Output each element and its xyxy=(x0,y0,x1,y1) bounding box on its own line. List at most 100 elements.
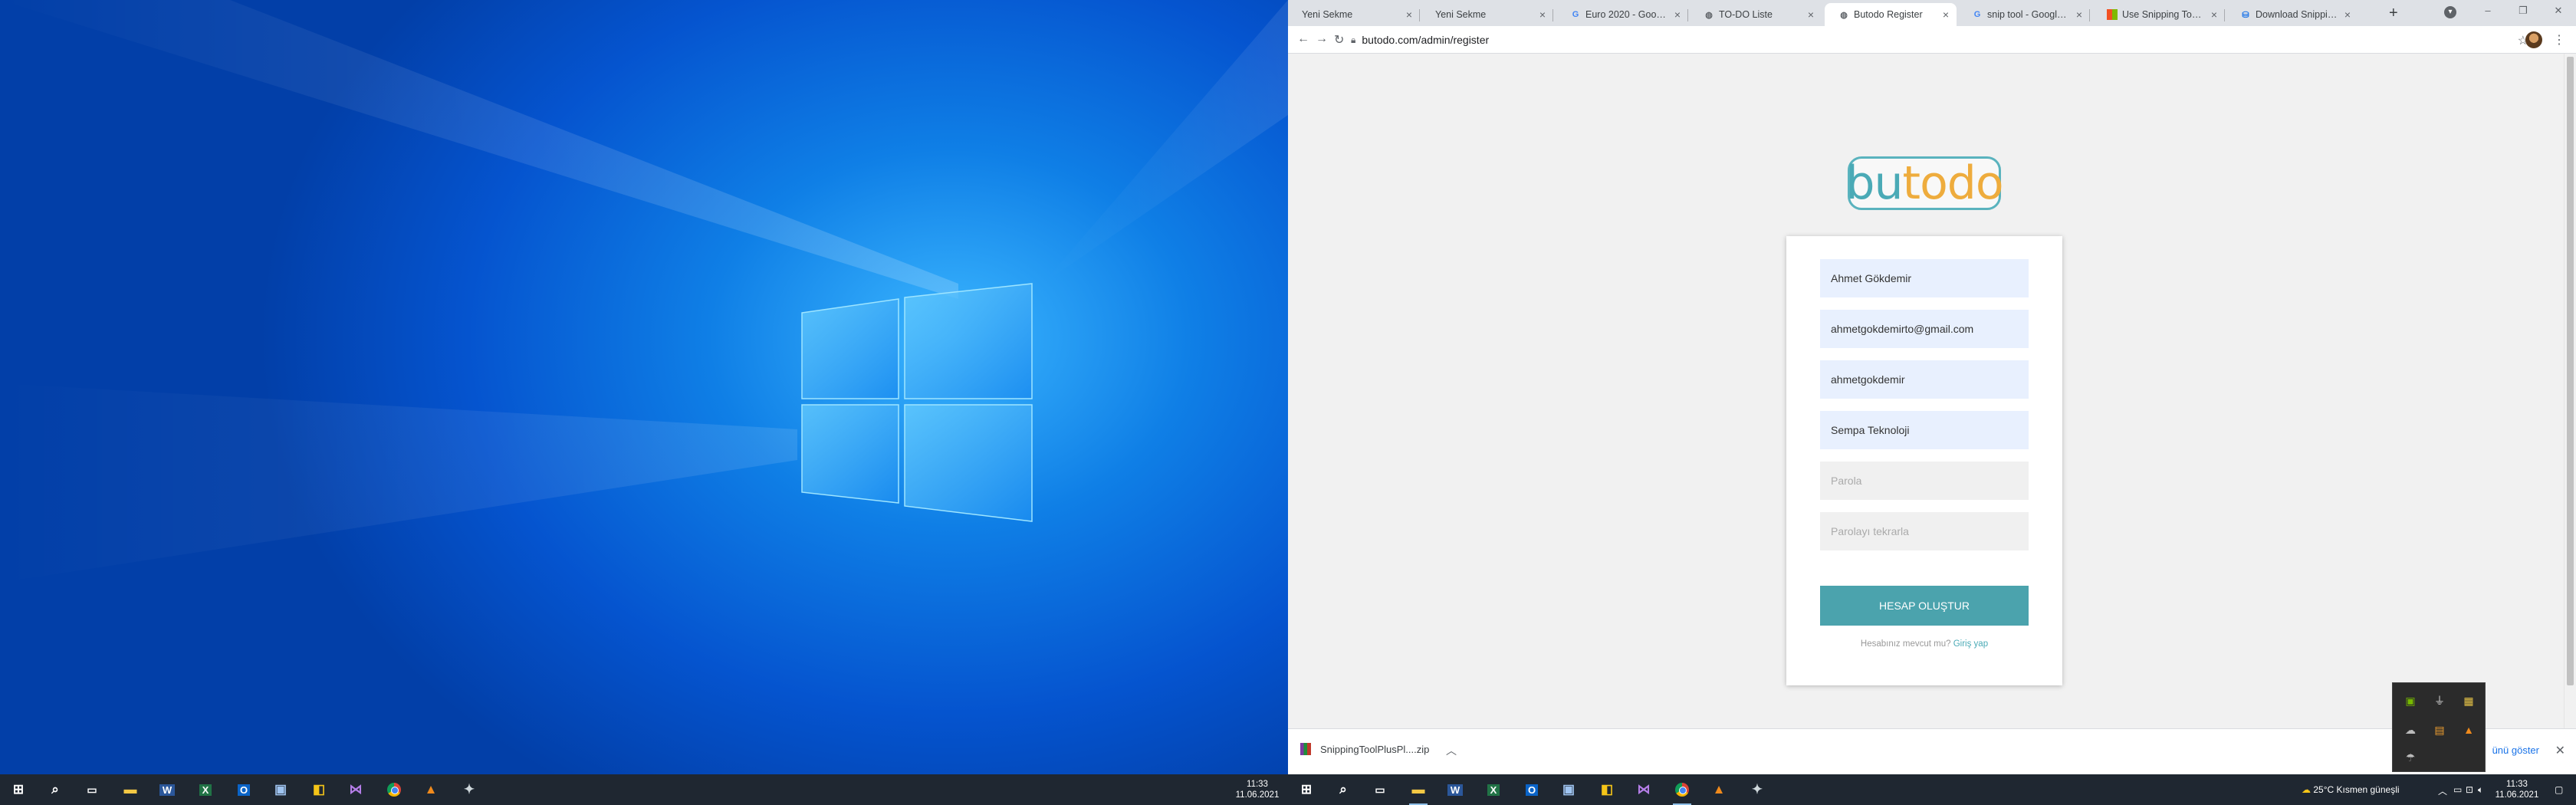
profile-avatar[interactable] xyxy=(2525,31,2542,48)
forward-arrow-icon[interactable]: → xyxy=(1316,32,1328,46)
right-taskbar: ⊞ ⌕ ▭ ▬ W X O ▣ ◧ ⋈ ▲ ✦ ☁ 25°C Kısmen gü… xyxy=(1288,774,2576,805)
vlc-icon[interactable]: ▲ xyxy=(422,780,440,799)
app-icon-blue[interactable]: ▣ xyxy=(271,780,290,799)
tab-butodo-register[interactable]: ◍ Butodo Register × xyxy=(1825,3,1957,26)
chrome-icon[interactable] xyxy=(385,780,403,799)
close-window-icon[interactable]: ✕ xyxy=(2541,0,2576,23)
tab-close-icon[interactable]: × xyxy=(1674,8,1681,21)
browser-toolbar: ← → ↻ 🔒︎ butodo.com/admin/register ☆ ⋮ xyxy=(1288,26,2576,54)
download-file-name: SnippingToolPlusPl....zip xyxy=(1320,743,1430,755)
cloud-tray-icon[interactable]: ☂ xyxy=(2404,751,2417,764)
lock-icon[interactable]: 🔒︎ xyxy=(1351,34,1355,46)
file-explorer-icon[interactable]: ▬ xyxy=(1409,780,1428,805)
sticky-notes-icon[interactable]: ◧ xyxy=(1598,780,1616,799)
search-icon[interactable]: ⌕ xyxy=(46,780,64,799)
search-icon[interactable]: ⌕ xyxy=(1334,780,1352,799)
tab-close-icon[interactable]: × xyxy=(1943,8,1949,21)
usb-icon[interactable]: ⏚ xyxy=(2433,694,2446,708)
tab-search-icon[interactable]: ▾ xyxy=(2444,6,2456,18)
app-icon-gray[interactable]: ✦ xyxy=(460,780,478,799)
chrome-icon[interactable] xyxy=(1673,780,1691,805)
username-input[interactable] xyxy=(1820,360,2029,399)
logo-part-todo: todo xyxy=(1902,156,2004,210)
volume-icon[interactable]: 🔈︎ xyxy=(2478,784,2483,796)
tab-title: Yeni Sekme xyxy=(1302,9,1353,20)
app-icon-blue[interactable]: ▣ xyxy=(1559,780,1578,799)
tab-snip-tool[interactable]: G snip tool - Google'da Ara × xyxy=(1958,3,2090,26)
tab-title: snip tool - Google'da Ara xyxy=(1987,9,2070,20)
create-account-button[interactable]: HESAP OLUŞTUR xyxy=(1820,586,2029,626)
page-scrollbar[interactable] xyxy=(2564,54,2576,728)
tab-close-icon[interactable]: × xyxy=(2076,8,2082,21)
vlc-icon[interactable]: ▲ xyxy=(1710,780,1728,799)
tab-close-icon[interactable]: × xyxy=(2344,8,2351,21)
windows-logo xyxy=(801,283,1033,522)
tab-close-icon[interactable]: × xyxy=(1406,8,1412,21)
password-repeat-input[interactable] xyxy=(1820,512,2029,550)
outlook-icon[interactable]: O xyxy=(237,784,251,796)
google-icon: G xyxy=(1572,10,1579,19)
start-windows-icon[interactable]: ⊞ xyxy=(1297,780,1316,799)
nvidia-icon[interactable]: ▣ xyxy=(2404,694,2417,708)
excel-icon[interactable]: X xyxy=(199,784,212,796)
globe-icon: ◍ xyxy=(1840,10,1848,20)
tab-title: Download Snipping Tool++ xyxy=(2256,9,2338,20)
security-icon[interactable]: ▦ xyxy=(2462,694,2476,708)
url-text[interactable]: butodo.com/admin/register xyxy=(1362,34,1489,46)
download-item[interactable]: SnippingToolPlusPl....zip xyxy=(1300,743,1429,755)
app-icon-gray[interactable]: ✦ xyxy=(1748,780,1766,799)
app-tray-icon[interactable]: ▤ xyxy=(2433,723,2446,737)
battery-icon[interactable]: ▭ xyxy=(2453,784,2462,795)
network-icon[interactable]: ⊡ xyxy=(2466,784,2473,795)
notification-icon[interactable]: ▢ xyxy=(2555,784,2563,795)
tray-chevron-up-icon[interactable]: ︿ xyxy=(2438,784,2447,797)
email-input[interactable] xyxy=(1820,310,2029,348)
tab-use-snipping-tool[interactable]: Use Snipping Tool to capture screenshots… xyxy=(2093,3,2225,26)
close-shelf-icon[interactable]: ✕ xyxy=(2555,743,2565,758)
chrome-menu-icon[interactable]: ⋮ xyxy=(2553,32,2565,48)
company-input[interactable] xyxy=(1820,411,2029,449)
tab-yeni-sekme-1[interactable]: Yeni Sekme × xyxy=(1288,3,1420,26)
sticky-notes-icon[interactable]: ◧ xyxy=(310,780,328,799)
name-input[interactable] xyxy=(1820,259,2029,297)
excel-icon[interactable]: X xyxy=(1487,784,1500,796)
minimize-icon[interactable]: – xyxy=(2470,0,2505,23)
tab-todo-liste[interactable]: ◍ TO-DO Liste × xyxy=(1690,3,1822,26)
tab-yeni-sekme-2[interactable]: Yeni Sekme × xyxy=(1421,3,1553,26)
back-arrow-icon[interactable]: ← xyxy=(1297,32,1309,46)
file-explorer-icon[interactable]: ▬ xyxy=(121,780,140,799)
weather-widget[interactable]: ☁ 25°C Kısmen güneşli xyxy=(2302,784,2400,795)
login-link[interactable]: Giriş yap xyxy=(1953,639,1988,649)
vlc-tray-icon[interactable]: ▲ xyxy=(2462,723,2476,737)
tab-euro-2020[interactable]: G Euro 2020 - Google'da Ara × xyxy=(1556,3,1688,26)
zip-archive-icon xyxy=(1300,743,1311,755)
visual-studio-icon[interactable]: ⋈ xyxy=(347,780,365,799)
tab-close-icon[interactable]: × xyxy=(1539,8,1546,21)
start-windows-icon[interactable]: ⊞ xyxy=(9,780,28,799)
microsoft-icon xyxy=(2107,9,2118,20)
password-input[interactable] xyxy=(1820,462,2029,500)
word-icon[interactable]: W xyxy=(159,784,176,796)
outlook-icon[interactable]: O xyxy=(1525,784,1539,796)
word-icon[interactable]: W xyxy=(1447,784,1464,796)
task-view-icon[interactable]: ▭ xyxy=(1371,780,1389,799)
scrollbar-thumb[interactable] xyxy=(2567,57,2574,685)
address-bar[interactable]: 🔒︎ butodo.com/admin/register ☆ xyxy=(1343,29,2539,51)
task-view-icon[interactable]: ▭ xyxy=(83,780,101,799)
weather-cloud-icon: ☁ xyxy=(2302,784,2311,795)
window-controls: – ❐ ✕ xyxy=(2470,0,2576,23)
tab-title: Use Snipping Tool to capture screenshots xyxy=(2122,9,2205,20)
show-all-link[interactable]: ünü göster xyxy=(2492,744,2539,756)
tab-close-icon[interactable]: × xyxy=(2211,8,2217,21)
chevron-up-icon[interactable]: ︿ xyxy=(1446,743,1457,758)
left-taskbar-clock[interactable]: 11:33 11.06.2021 xyxy=(1227,779,1288,800)
register-card: HESAP OLUŞTUR Hesabınız mevcut mu? Giriş… xyxy=(1786,236,2062,685)
maximize-icon[interactable]: ❐ xyxy=(2505,0,2541,23)
new-tab-icon[interactable]: + xyxy=(2389,5,2398,22)
tab-close-icon[interactable]: × xyxy=(1808,8,1814,21)
visual-studio-icon[interactable]: ⋈ xyxy=(1635,780,1653,799)
tab-download-snipping-tool[interactable]: ⛁ Download Snipping Tool++ × xyxy=(2226,3,2358,26)
network-app-icon[interactable]: ☁ xyxy=(2404,723,2417,737)
clock-time: 11:33 xyxy=(1247,780,1268,789)
right-taskbar-clock[interactable]: 11:33 11.06.2021 xyxy=(2492,779,2542,800)
